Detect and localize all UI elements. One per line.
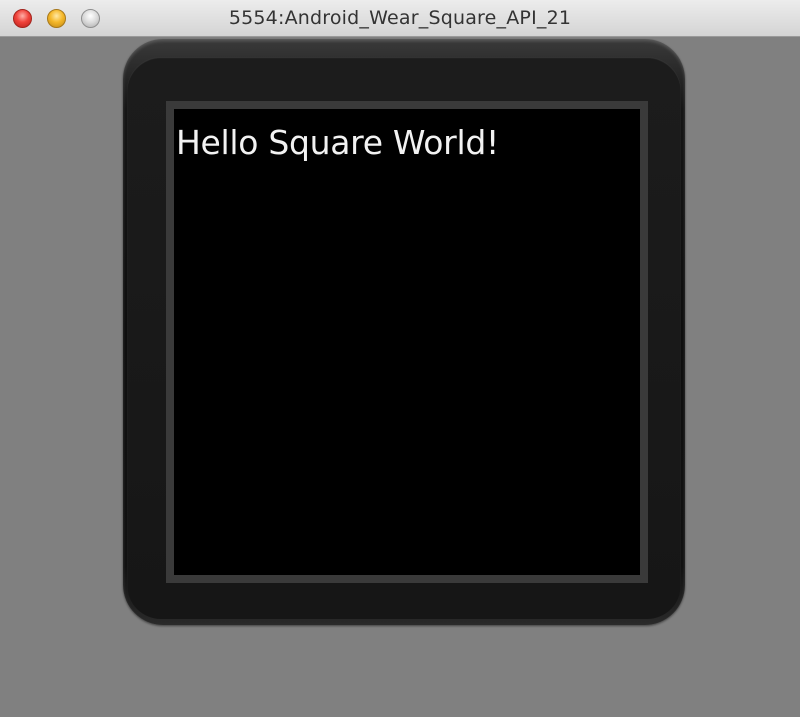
watch-inner-frame: Hello Square World! [127, 57, 681, 619]
window-title: 5554:Android_Wear_Square_API_21 [228, 7, 572, 29]
hello-world-text: Hello Square World! [176, 123, 499, 162]
watch-screen-bezel: Hello Square World! [166, 101, 648, 583]
emulator-content: Hello Square World! [0, 37, 800, 717]
watch-screen[interactable]: Hello Square World! [174, 109, 640, 575]
emulator-window: 5554:Android_Wear_Square_API_21 Hello Sq… [0, 0, 800, 717]
watch-frame: Hello Square World! [123, 39, 685, 625]
window-titlebar[interactable]: 5554:Android_Wear_Square_API_21 [0, 0, 800, 37]
